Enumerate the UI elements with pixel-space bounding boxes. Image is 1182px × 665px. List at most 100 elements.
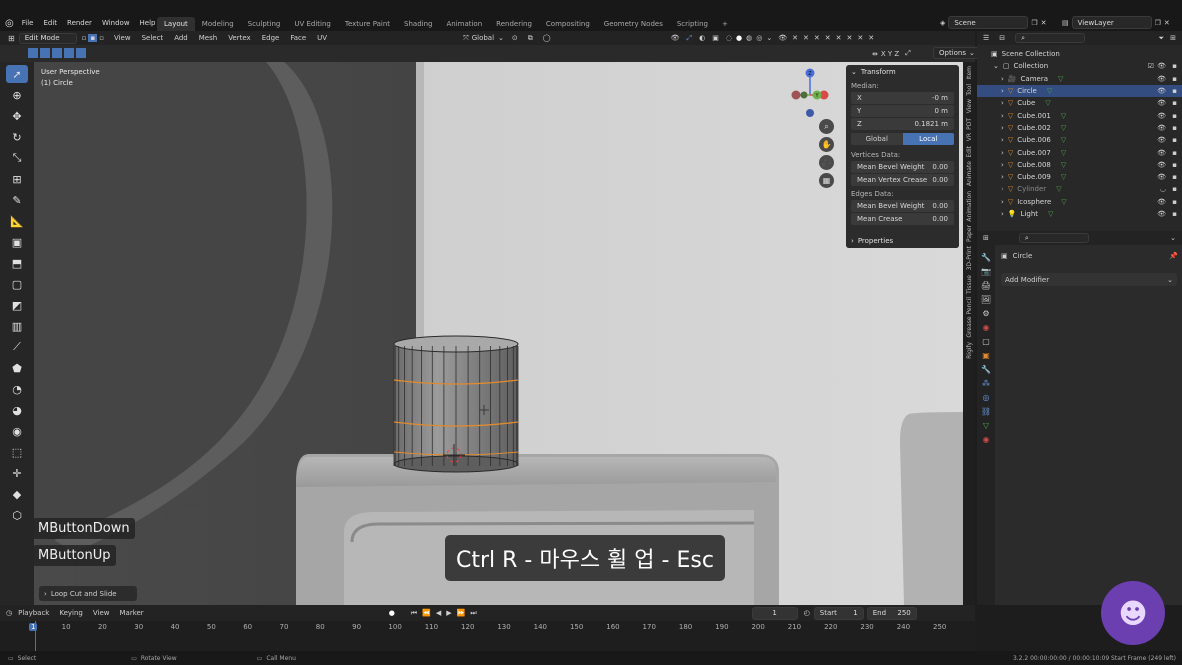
- sidebar-tab-rigify[interactable]: Rigify: [966, 342, 973, 359]
- header-menu-edge[interactable]: Edge: [262, 34, 280, 42]
- field-mean-crease[interactable]: Mean Crease 0.00: [851, 213, 954, 225]
- scene-field[interactable]: Scene: [948, 16, 1029, 29]
- chevron-right-icon[interactable]: ›: [1001, 198, 1004, 206]
- gizmo-icon[interactable]: ⤢: [687, 34, 693, 43]
- edge-select-icon[interactable]: ▪: [88, 34, 98, 42]
- toggle-icon[interactable]: ✕: [803, 34, 809, 42]
- toggle-icon[interactable]: ✕: [814, 34, 820, 42]
- field-z[interactable]: Z 0.1821 m: [851, 118, 954, 130]
- output-tab-icon[interactable]: 🖨: [981, 281, 991, 290]
- checkbox-icon[interactable]: ☑: [1148, 62, 1154, 70]
- eye-icon[interactable]: 👁: [1157, 161, 1166, 169]
- header-menu-uv[interactable]: UV: [317, 34, 327, 42]
- collection-row[interactable]: ⌄ ▢ Collection ☑ 👁 ▪: [977, 60, 1182, 72]
- shading-wire-icon[interactable]: ◌: [726, 34, 732, 42]
- outliner-item-icosphere[interactable]: › ▽ Icosphere ▽ 👁 ▪: [977, 196, 1182, 208]
- poly-build-tool-icon[interactable]: ⬟: [6, 359, 28, 377]
- play-icon[interactable]: ▶: [446, 609, 451, 617]
- timeline-menu-view[interactable]: View: [93, 609, 110, 617]
- view-layer-tab-icon[interactable]: 🖼: [981, 295, 991, 304]
- sidebar-tab-animate[interactable]: Animate: [966, 161, 973, 186]
- chevron-right-icon[interactable]: ›: [1001, 149, 1004, 157]
- scene-selector[interactable]: ◈ Scene ❐ ✕: [940, 16, 1047, 29]
- measure-tool-icon[interactable]: 📐: [6, 212, 28, 230]
- editor-type-icon[interactable]: ◷: [6, 609, 12, 617]
- vertex-select-icon[interactable]: ▫: [82, 34, 87, 42]
- sidebar-tab-edit[interactable]: Edit: [966, 146, 973, 158]
- sidebar-tab-item[interactable]: Item: [966, 66, 973, 80]
- filter-icon[interactable]: ⏷: [1159, 34, 1165, 43]
- annotate-tool-icon[interactable]: ✎: [6, 191, 28, 209]
- eye-icon[interactable]: 👁: [1157, 149, 1166, 157]
- menu-help[interactable]: Help: [140, 19, 156, 27]
- sidebar-tab-vr[interactable]: VR: [966, 133, 973, 141]
- collection-tab-icon[interactable]: ▢: [982, 337, 990, 346]
- outliner-item-cube[interactable]: › ▽ Cube ▽ 👁 ▪: [977, 97, 1182, 109]
- select-intersect-icon[interactable]: [76, 48, 86, 58]
- field-mean-vertex-crease[interactable]: Mean Vertex Crease 0.00: [851, 174, 954, 186]
- select-extend-icon[interactable]: [40, 48, 50, 58]
- eye-icon[interactable]: 👁: [1157, 112, 1166, 120]
- header-menu-mesh[interactable]: Mesh: [199, 34, 217, 42]
- eye-icon[interactable]: 👁: [1157, 75, 1166, 83]
- tab-uv-editing[interactable]: UV Editing: [287, 17, 338, 31]
- outliner-search[interactable]: ⌕: [1015, 33, 1086, 43]
- header-menu-vertex[interactable]: Vertex: [228, 34, 251, 42]
- last-operator-panel[interactable]: › Loop Cut and Slide: [39, 586, 137, 601]
- chevron-right-icon[interactable]: ›: [1001, 87, 1004, 95]
- tab-texture-paint[interactable]: Texture Paint: [338, 17, 397, 31]
- eye-icon[interactable]: 👁: [778, 34, 787, 42]
- field-mean-bevel-weight[interactable]: Mean Bevel Weight 0.00: [851, 161, 954, 173]
- tab-layout[interactable]: Layout: [157, 16, 195, 31]
- eye-icon[interactable]: 👁: [1157, 173, 1166, 181]
- chevron-right-icon[interactable]: ›: [1001, 173, 1004, 181]
- record-icon[interactable]: ●: [389, 609, 395, 617]
- spin-tool-icon[interactable]: ◔: [6, 380, 28, 398]
- outliner-item-cylinder[interactable]: › ▽ Cylinder ▽ ◡ ▪: [977, 183, 1182, 195]
- chevron-right-icon[interactable]: ›: [1001, 99, 1004, 107]
- camera-render-icon[interactable]: ▪: [1172, 198, 1177, 206]
- proportional-edit-icon[interactable]: ◯: [543, 34, 551, 42]
- zoom-icon[interactable]: ⌕: [819, 119, 834, 134]
- loop-cut-tool-icon[interactable]: ▥: [6, 317, 28, 335]
- tab-scripting[interactable]: Scripting: [670, 17, 715, 31]
- chevron-right-icon[interactable]: ›: [1001, 161, 1004, 169]
- overlay-icon[interactable]: ◐: [699, 34, 705, 42]
- rotate-tool-icon[interactable]: ↻: [6, 128, 28, 146]
- chevron-right-icon[interactable]: ›: [1001, 136, 1004, 144]
- select-box-icon[interactable]: [28, 48, 38, 58]
- eye-icon[interactable]: 👁: [1157, 124, 1166, 132]
- face-select-icon[interactable]: ▫: [99, 34, 104, 42]
- cursor-tool-icon[interactable]: ⊕: [6, 86, 28, 104]
- menu-render[interactable]: Render: [67, 19, 92, 27]
- material-tab-icon[interactable]: ◉: [983, 435, 990, 444]
- blender-logo-icon[interactable]: ◎: [5, 18, 14, 29]
- add-cube-tool-icon[interactable]: ▣: [6, 233, 28, 251]
- outliner-item-cube-002[interactable]: › ▽ Cube.002 ▽ 👁 ▪: [977, 122, 1182, 134]
- data-tab-icon[interactable]: ▽: [983, 421, 989, 430]
- toggle-icon[interactable]: ✕: [825, 34, 831, 42]
- navigation-gizmo[interactable]: Z Y: [784, 65, 839, 120]
- toggle-icon[interactable]: ✕: [868, 34, 874, 42]
- field-y[interactable]: Y 0 m: [851, 105, 954, 117]
- particles-tab-icon[interactable]: ⁂: [982, 379, 990, 388]
- clock-icon[interactable]: ◴: [804, 609, 810, 617]
- options-dropdown[interactable]: Options ⌄: [933, 47, 981, 59]
- shading-material-icon[interactable]: ◍: [746, 34, 752, 42]
- display-mode-icon[interactable]: ⊟: [999, 34, 1005, 42]
- toggle-icon[interactable]: ✕: [836, 34, 842, 42]
- add-workspace-button[interactable]: +: [715, 17, 735, 31]
- outliner-item-cube-001[interactable]: › ▽ Cube.001 ▽ 👁 ▪: [977, 109, 1182, 121]
- visibility-icon[interactable]: 👁: [671, 34, 680, 42]
- transform-header[interactable]: ⌄ Transform: [846, 65, 959, 79]
- shading-options-icon[interactable]: ⌄: [766, 34, 772, 42]
- eye-icon[interactable]: 👁: [1157, 136, 1166, 144]
- outliner-item-cube-009[interactable]: › ▽ Cube.009 ▽ 👁 ▪: [977, 171, 1182, 183]
- playhead[interactable]: [35, 621, 36, 651]
- shading-solid-icon[interactable]: ●: [736, 34, 742, 42]
- eye-icon[interactable]: 👁: [1157, 210, 1166, 218]
- to-sphere-tool-icon[interactable]: ⬡: [6, 506, 28, 524]
- chevron-right-icon[interactable]: ›: [1001, 210, 1004, 218]
- properties-header[interactable]: › Properties: [846, 234, 959, 248]
- header-menu-face[interactable]: Face: [290, 34, 306, 42]
